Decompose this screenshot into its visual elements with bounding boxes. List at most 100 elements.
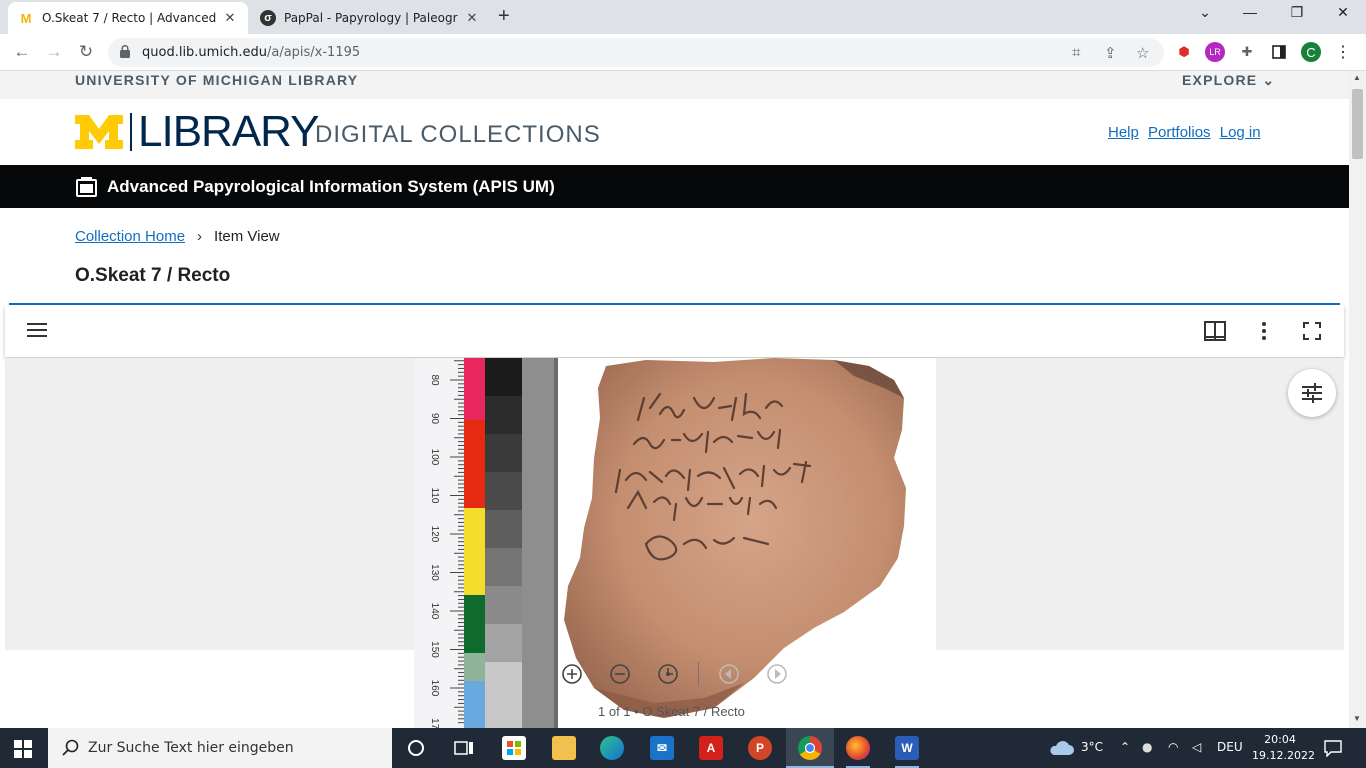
url-path: /a/apis/x-1195 bbox=[266, 45, 361, 60]
breadcrumb-collection-home[interactable]: Collection Home bbox=[75, 228, 185, 245]
lock-icon bbox=[120, 45, 130, 58]
chrome-icon[interactable] bbox=[798, 736, 822, 760]
utility-bar: UNIVERSITY OF MICHIGAN LIBRARY EXPLORE ⌄ bbox=[0, 71, 1349, 99]
address-bar[interactable]: quod.lib.umich.edu/a/apis/x-1195 ⌗ ⇪ ☆ bbox=[108, 38, 1164, 67]
taskbar-search-box[interactable]: Zur Suche Text hier eingeben bbox=[48, 728, 392, 768]
url-text: quod.lib.umich.edu/a/apis/x-1195 bbox=[142, 45, 360, 60]
pappal-favicon-icon: σ bbox=[260, 10, 276, 26]
share-icon[interactable]: ⇪ bbox=[1104, 44, 1117, 62]
extensions-puzzle-icon[interactable]: ✚ bbox=[1237, 42, 1257, 62]
window-close-icon[interactable]: ✕ bbox=[1333, 4, 1353, 21]
input-language[interactable]: DEU bbox=[1217, 740, 1243, 754]
sidebar-icon[interactable] bbox=[1269, 42, 1289, 62]
explore-menu[interactable]: EXPLORE ⌄ bbox=[1182, 72, 1275, 89]
wifi-icon[interactable]: ◠ bbox=[1168, 740, 1178, 754]
weather-cloud-icon[interactable] bbox=[1048, 740, 1074, 756]
library-logo-text[interactable]: LIBRARY bbox=[138, 109, 319, 155]
digital-collections-title[interactable]: DIGITAL COLLECTIONS bbox=[315, 121, 601, 149]
ruler-label: 150 bbox=[429, 641, 440, 658]
network-warning-icon[interactable]: ● bbox=[1142, 740, 1152, 754]
page-caption: 1 of 1 • O.Skeat 7 / Recto bbox=[598, 704, 745, 719]
cortana-icon[interactable] bbox=[404, 736, 428, 760]
browser-tab-strip: M O.Skeat 7 / Recto | Advanced Pap ✕ σ P… bbox=[0, 0, 1366, 34]
word-icon[interactable]: W bbox=[895, 736, 919, 760]
translate-icon[interactable]: ⌗ bbox=[1072, 44, 1080, 61]
extension-shield-icon[interactable]: ⬢ bbox=[1174, 42, 1194, 62]
mail-icon[interactable]: ✉ bbox=[650, 736, 674, 760]
browser-toolbar: ← → ↻ quod.lib.umich.edu/a/apis/x-1195 ⌗… bbox=[0, 34, 1366, 71]
minimize-icon[interactable]: — bbox=[1240, 4, 1260, 20]
zoom-out-icon[interactable] bbox=[609, 663, 631, 685]
windows-start-icon[interactable] bbox=[14, 740, 32, 758]
page-scrollbar[interactable]: ▲ ▼ bbox=[1349, 71, 1366, 728]
taskbar-clock[interactable]: 20:04 19.12.2022 bbox=[1252, 732, 1315, 764]
search-placeholder: Zur Suche Text hier eingeben bbox=[88, 740, 294, 756]
restore-icon[interactable]: ❐ bbox=[1287, 4, 1307, 21]
file-explorer-icon[interactable] bbox=[552, 736, 576, 760]
collection-title[interactable]: Advanced Papyrological Information Syste… bbox=[107, 177, 555, 197]
firefox-icon[interactable] bbox=[846, 736, 870, 760]
browser-menu-icon[interactable]: ⋮ bbox=[1333, 42, 1353, 62]
show-hidden-icons[interactable]: ⌃ bbox=[1120, 740, 1130, 754]
hamburger-menu-icon[interactable] bbox=[27, 322, 47, 338]
bookmark-star-icon[interactable]: ☆ bbox=[1136, 44, 1149, 62]
breadcrumb-chevron-icon: › bbox=[197, 228, 203, 245]
tab-oskeat[interactable]: M O.Skeat 7 / Recto | Advanced Pap ✕ bbox=[8, 2, 248, 34]
clock-date: 19.12.2022 bbox=[1252, 749, 1315, 762]
tab-pappal[interactable]: σ PapPal - Papyrology | Paleograph ✕ bbox=[250, 2, 490, 34]
ruler-label: 100 bbox=[429, 449, 440, 466]
acrobat-icon[interactable]: A bbox=[699, 736, 723, 760]
scroll-down-icon[interactable]: ▼ bbox=[1353, 714, 1361, 723]
profile-avatar[interactable]: C bbox=[1301, 42, 1321, 62]
image-adjust-button[interactable] bbox=[1288, 369, 1336, 417]
viewer-toolbar bbox=[5, 305, 1344, 357]
new-tab-button[interactable]: + bbox=[498, 5, 510, 28]
zoom-in-icon[interactable] bbox=[561, 663, 583, 685]
breadcrumb-current: Item View bbox=[214, 228, 280, 245]
scroll-thumb[interactable] bbox=[1352, 89, 1363, 159]
tab-title: O.Skeat 7 / Recto | Advanced Pap bbox=[42, 11, 216, 25]
next-page-icon[interactable] bbox=[766, 663, 788, 685]
search-icon bbox=[62, 739, 79, 756]
umich-favicon-icon: M bbox=[20, 10, 32, 26]
masthead: LIBRARY DIGITAL COLLECTIONS Help Portfol… bbox=[0, 99, 1349, 165]
login-link[interactable]: Log in bbox=[1220, 124, 1261, 141]
ruler-label: 130 bbox=[429, 564, 440, 581]
collection-bar: Advanced Papyrological Information Syste… bbox=[0, 165, 1349, 208]
clock-time: 20:04 bbox=[1264, 733, 1296, 746]
close-icon[interactable]: ✕ bbox=[464, 10, 480, 26]
task-view-icon[interactable] bbox=[452, 736, 476, 760]
back-icon[interactable]: ← bbox=[12, 42, 32, 62]
forward-icon[interactable]: → bbox=[44, 42, 64, 62]
block-m-logo-icon[interactable] bbox=[75, 115, 123, 149]
microsoft-store-icon[interactable] bbox=[502, 736, 526, 760]
ruler-label: 160 bbox=[429, 680, 440, 697]
more-options-icon[interactable] bbox=[1253, 320, 1275, 342]
powerpoint-icon[interactable]: P bbox=[748, 736, 772, 760]
logo-divider bbox=[130, 113, 132, 151]
scroll-up-icon[interactable]: ▲ bbox=[1353, 73, 1361, 82]
ruler-label: 140 bbox=[429, 603, 440, 620]
notifications-icon[interactable] bbox=[1324, 739, 1342, 757]
breadcrumb: Collection Home › Item View bbox=[75, 228, 280, 245]
weather-temperature[interactable]: 3°C bbox=[1081, 740, 1103, 754]
windows-taskbar: Zur Suche Text hier eingeben ✉ A P W 3°C… bbox=[0, 728, 1366, 768]
speaker-icon[interactable]: ◁ bbox=[1192, 740, 1201, 754]
fullscreen-icon[interactable] bbox=[1301, 320, 1323, 342]
reload-icon[interactable]: ↻ bbox=[76, 42, 96, 62]
portfolios-link[interactable]: Portfolios bbox=[1148, 124, 1211, 141]
top-links: Help Portfolios Log in bbox=[1108, 124, 1266, 141]
tab-title: PapPal - Papyrology | Paleograph bbox=[284, 11, 458, 25]
edge-browser-icon[interactable] bbox=[600, 736, 624, 760]
book-view-icon[interactable] bbox=[1204, 320, 1226, 342]
previous-page-icon[interactable] bbox=[718, 663, 740, 685]
extension-lr-icon[interactable]: LR bbox=[1205, 42, 1225, 62]
control-divider bbox=[698, 662, 699, 686]
tab-search-icon[interactable]: ⌄ bbox=[1195, 4, 1215, 21]
close-icon[interactable]: ✕ bbox=[222, 10, 238, 26]
reset-zoom-icon[interactable] bbox=[657, 663, 679, 685]
url-host: quod.lib.umich.edu bbox=[142, 45, 267, 60]
page-viewport: UNIVERSITY OF MICHIGAN LIBRARY EXPLORE ⌄… bbox=[0, 71, 1349, 728]
help-link[interactable]: Help bbox=[1108, 124, 1139, 141]
ruler-label: 120 bbox=[429, 526, 440, 543]
